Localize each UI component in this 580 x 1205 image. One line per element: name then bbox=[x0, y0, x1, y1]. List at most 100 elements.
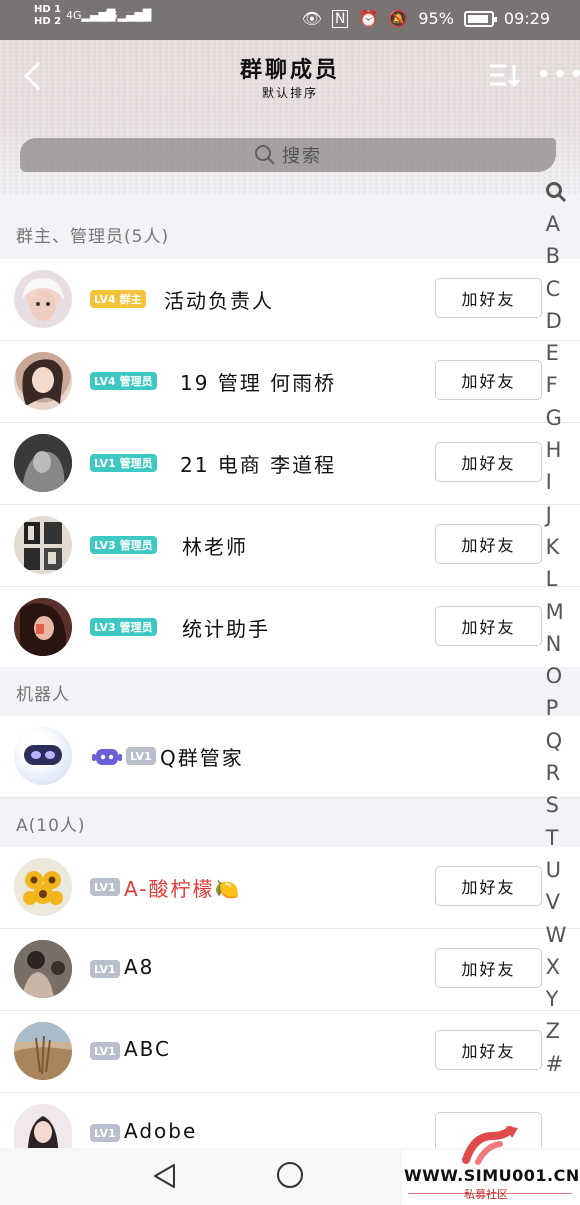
member-name: 活动负责人 bbox=[164, 289, 274, 313]
add-friend-button[interactable]: 加好友 bbox=[435, 1030, 542, 1070]
member-name: ABC bbox=[124, 1037, 172, 1061]
sort-icon[interactable] bbox=[488, 62, 522, 88]
network-type-1: 4G bbox=[66, 9, 82, 22]
section-header-admins: 群主、管理员(5人) bbox=[0, 209, 580, 259]
avatar[interactable] bbox=[14, 434, 72, 492]
alphabet-index[interactable]: A B C D E F G H I J K L M N O P Q R S T U V W X Y Z # bbox=[544, 180, 568, 1080]
battery-icon bbox=[463, 10, 497, 27]
member-name: 林老师 bbox=[182, 535, 248, 559]
add-friend-button[interactable]: 加好友 bbox=[435, 606, 542, 646]
index-letter[interactable]: M bbox=[546, 596, 567, 628]
robot-row[interactable]: LV1 Q群管家 bbox=[0, 716, 580, 798]
avatar[interactable] bbox=[14, 516, 72, 574]
index-letter[interactable]: C bbox=[546, 273, 567, 305]
index-letter[interactable]: W bbox=[546, 919, 567, 951]
add-friend-button[interactable]: 加好友 bbox=[435, 866, 542, 906]
network-type-2: 4G bbox=[102, 9, 118, 22]
member-name: 21 电商 李道程 bbox=[180, 453, 337, 477]
level-badge: LV1 bbox=[90, 960, 120, 978]
member-row[interactable]: LV1 ABC 加好友 bbox=[0, 1011, 580, 1093]
index-search-icon[interactable] bbox=[545, 180, 567, 204]
add-friend-button[interactable]: 加好友 bbox=[435, 524, 542, 564]
index-letter[interactable]: V bbox=[546, 886, 567, 918]
index-letter[interactable]: Y bbox=[546, 983, 567, 1015]
index-letter[interactable]: G bbox=[546, 402, 567, 434]
wifi-icon: ◠ bbox=[132, 8, 146, 27]
search-icon bbox=[255, 145, 275, 165]
index-letter[interactable]: E bbox=[546, 337, 567, 369]
status-bar: HD 1 HD 2 4G▂▄▆█ 4G▂▄▆█ ◠ 👁 N ⏰ 🔕 95% 09… bbox=[0, 0, 580, 40]
level-badge: LV1 bbox=[90, 878, 120, 896]
index-letter[interactable]: # bbox=[546, 1048, 567, 1080]
index-letter[interactable]: I bbox=[546, 466, 567, 498]
index-letter[interactable]: P bbox=[546, 692, 567, 724]
index-letter[interactable]: H bbox=[546, 434, 567, 466]
member-name: Adobe bbox=[124, 1119, 198, 1143]
sim2-label: HD 2 bbox=[34, 16, 62, 27]
index-letters[interactable]: A B C D E F G H I J K L M N O P Q R S T U V W X Y Z # bbox=[546, 208, 567, 1080]
more-options-icon[interactable]: ••• bbox=[536, 62, 580, 88]
eye-icon: 👁 bbox=[301, 9, 322, 28]
index-letter[interactable]: K bbox=[546, 531, 567, 563]
avatar[interactable] bbox=[14, 352, 72, 410]
robot-name: Q群管家 bbox=[160, 746, 244, 770]
index-letter[interactable]: B bbox=[546, 240, 567, 272]
avatar[interactable] bbox=[14, 270, 72, 328]
avatar[interactable] bbox=[14, 1022, 72, 1080]
index-letter[interactable]: O bbox=[546, 660, 567, 692]
watermark: WWW.SIMU001.CN 私募社区 bbox=[402, 1126, 580, 1205]
index-letter[interactable]: S bbox=[546, 789, 567, 821]
level-badge: LV1 管理员 bbox=[90, 454, 157, 472]
nav-back-icon[interactable] bbox=[152, 1162, 178, 1190]
member-row[interactable]: LV4 管理员 19 管理 何雨桥 加好友 bbox=[0, 341, 580, 423]
level-badge: LV4 群主 bbox=[90, 290, 146, 308]
status-right: 👁 N ⏰ 🔕 95% 09:29 bbox=[302, 9, 550, 28]
section-header-a: A(10人) bbox=[0, 798, 580, 848]
add-friend-button[interactable]: 加好友 bbox=[435, 442, 542, 482]
member-name: A-酸柠檬🍋 bbox=[124, 877, 242, 901]
avatar[interactable] bbox=[14, 858, 72, 916]
add-friend-button[interactable]: 加好友 bbox=[435, 948, 542, 988]
index-letter[interactable]: A bbox=[546, 208, 567, 240]
index-letter[interactable]: F bbox=[546, 369, 567, 401]
nav-home-icon[interactable] bbox=[277, 1162, 303, 1188]
alarm-icon: ⏰ bbox=[358, 9, 379, 28]
robot-icon bbox=[92, 749, 122, 765]
index-letter[interactable]: N bbox=[546, 628, 567, 660]
index-letter[interactable]: X bbox=[546, 951, 567, 983]
index-letter[interactable]: T bbox=[546, 822, 567, 854]
clock: 09:29 bbox=[503, 9, 550, 28]
member-row[interactable]: LV3 管理员 统计助手 加好友 bbox=[0, 587, 580, 669]
member-name: A8 bbox=[124, 955, 155, 979]
watermark-subtext: 私募社区 bbox=[464, 1188, 508, 1201]
index-letter[interactable]: L bbox=[546, 563, 567, 595]
watermark-text: WWW.SIMU001.CN bbox=[404, 1166, 580, 1185]
watermark-logo bbox=[462, 1126, 518, 1165]
avatar[interactable] bbox=[14, 598, 72, 656]
index-letter[interactable]: Z bbox=[546, 1015, 567, 1047]
member-row[interactable]: LV1 管理员 21 电商 李道程 加好友 bbox=[0, 423, 580, 505]
index-letter[interactable]: U bbox=[546, 854, 567, 886]
index-letter[interactable]: J bbox=[546, 499, 567, 531]
index-letter[interactable]: Q bbox=[546, 725, 567, 757]
mute-icon: 🔕 bbox=[388, 9, 409, 28]
avatar[interactable] bbox=[14, 940, 72, 998]
member-row[interactable]: LV4 群主 活动负责人 加好友 bbox=[0, 259, 580, 341]
index-letter[interactable]: R bbox=[546, 757, 567, 789]
sim1-label: HD 1 bbox=[34, 4, 62, 15]
member-name: 统计助手 bbox=[182, 617, 270, 641]
robot-avatar[interactable] bbox=[14, 727, 72, 785]
index-letter[interactable]: D bbox=[546, 305, 567, 337]
member-row[interactable]: LV1 A8 加好友 bbox=[0, 929, 580, 1011]
add-friend-button[interactable]: 加好友 bbox=[435, 278, 542, 318]
member-row[interactable]: LV1 A-酸柠檬🍋 加好友 bbox=[0, 847, 580, 929]
member-row[interactable]: LV3 管理员 林老师 加好友 bbox=[0, 505, 580, 587]
nfc-icon: N bbox=[332, 9, 349, 28]
level-badge: LV3 管理员 bbox=[90, 536, 157, 554]
battery-percent: 95% bbox=[418, 9, 454, 28]
add-friend-button[interactable]: 加好友 bbox=[435, 360, 542, 400]
level-badge: LV1 bbox=[90, 1042, 120, 1060]
search-placeholder: 搜索 bbox=[282, 146, 322, 167]
search-bar[interactable]: 搜索 bbox=[20, 138, 556, 172]
avatar[interactable] bbox=[14, 1104, 72, 1148]
